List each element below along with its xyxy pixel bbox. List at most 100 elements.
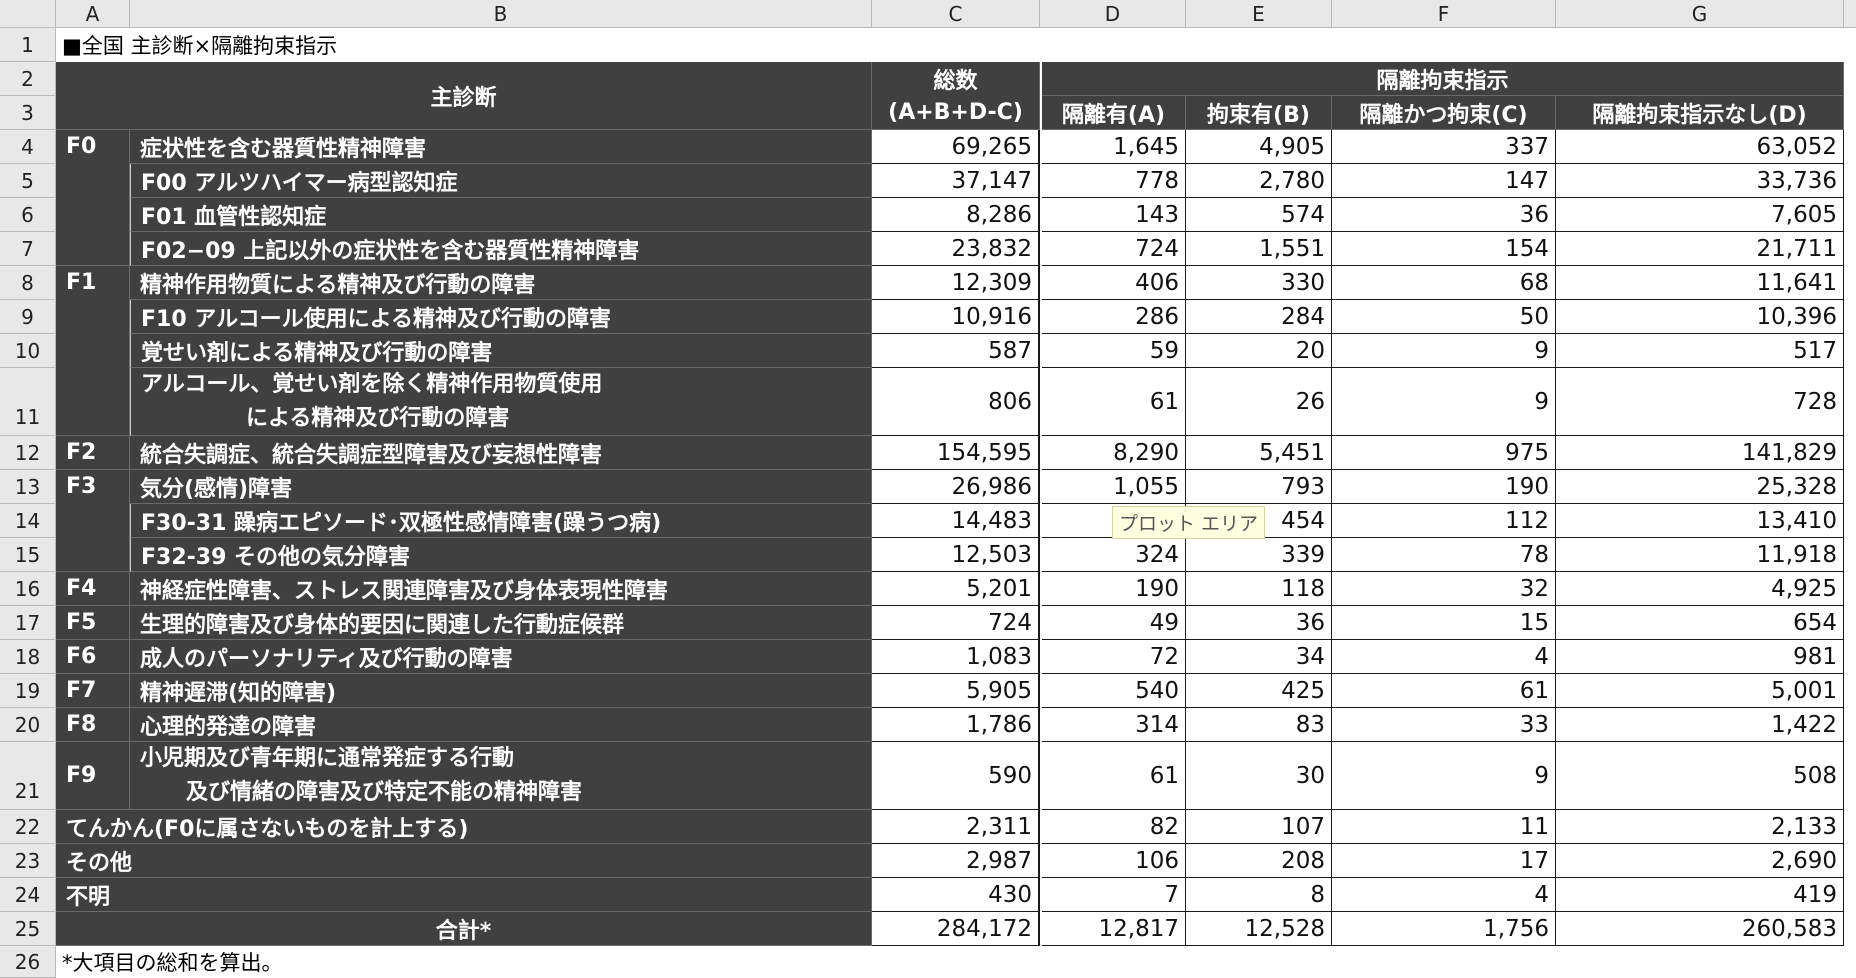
header-seclusion-a[interactable]: 隔離有(A) xyxy=(1042,96,1186,130)
value-row-19-both-c[interactable]: 61 xyxy=(1332,674,1556,708)
value-row-10-seclusion-a[interactable]: 59 xyxy=(1042,334,1186,368)
value-row-4-both-c[interactable]: 337 xyxy=(1332,130,1556,164)
value-row-17-seclusion-a[interactable]: 49 xyxy=(1042,606,1186,640)
value-row-24-restraint-b[interactable]: 8 xyxy=(1186,878,1332,912)
code-f1[interactable]: F1 xyxy=(56,266,130,436)
label-row-7[interactable]: F02−09 上記以外の症状性を含む器質性精神障害 xyxy=(130,232,872,266)
label-row-6[interactable]: F01 血管性認知症 xyxy=(130,198,872,232)
row-header-23[interactable]: 23 xyxy=(0,844,56,878)
label-row-20[interactable]: 心理的発達の障害 xyxy=(130,708,872,742)
value-row-6-both-c[interactable]: 36 xyxy=(1332,198,1556,232)
code-f6[interactable]: F6 xyxy=(56,640,130,674)
value-row-12-none-d[interactable]: 141,829 xyxy=(1556,436,1844,470)
value-row-20-seclusion-a[interactable]: 314 xyxy=(1042,708,1186,742)
value-row-8-both-c[interactable]: 68 xyxy=(1332,266,1556,300)
value-row-7-seclusion-a[interactable]: 724 xyxy=(1042,232,1186,266)
value-row-10-none-d[interactable]: 517 xyxy=(1556,334,1844,368)
label-row-11[interactable]: アルコール、覚せい剤を除く精神作用物質使用 による精神及び行動の障害 xyxy=(130,368,872,436)
select-all-corner[interactable] xyxy=(0,0,56,28)
row-header-16[interactable]: 16 xyxy=(0,572,56,606)
row-header-2[interactable]: 2 xyxy=(0,62,56,96)
value-row-20-none-d[interactable]: 1,422 xyxy=(1556,708,1844,742)
value-row-15-seclusion-a[interactable]: 324 xyxy=(1042,538,1186,572)
value-row-16-both-c[interactable]: 32 xyxy=(1332,572,1556,606)
column-header-g[interactable]: G xyxy=(1556,0,1844,28)
value-row-7-restraint-b[interactable]: 1,551 xyxy=(1186,232,1332,266)
label-row-19[interactable]: 精神遅滞(知的障害) xyxy=(130,674,872,708)
value-row-21-restraint-b[interactable]: 30 xyxy=(1186,742,1332,810)
value-row-9-restraint-b[interactable]: 284 xyxy=(1186,300,1332,334)
label-row-17[interactable]: 生理的障害及び身体的要因に関連した行動症候群 xyxy=(130,606,872,640)
row-header-8[interactable]: 8 xyxy=(0,266,56,300)
row-header-22[interactable]: 22 xyxy=(0,810,56,844)
value-row-23-none-d[interactable]: 2,690 xyxy=(1556,844,1844,878)
label-row-5[interactable]: F00 アルツハイマー病型認知症 xyxy=(130,164,872,198)
value-row-11-total[interactable]: 806 xyxy=(872,368,1040,436)
row-header-19[interactable]: 19 xyxy=(0,674,56,708)
value-row-11-seclusion-a[interactable]: 61 xyxy=(1042,368,1186,436)
value-row-13-seclusion-a[interactable]: 1,055 xyxy=(1042,470,1186,504)
label-row-18[interactable]: 成人のパーソナリティ及び行動の障害 xyxy=(130,640,872,674)
label-row-16[interactable]: 神経症性障害、ストレス関連障害及び身体表現性障害 xyxy=(130,572,872,606)
column-header-f[interactable]: F xyxy=(1332,0,1556,28)
value-row-21-none-d[interactable]: 508 xyxy=(1556,742,1844,810)
value-row-15-total[interactable]: 12,503 xyxy=(872,538,1040,572)
value-row-21-total[interactable]: 590 xyxy=(872,742,1040,810)
value-row-9-both-c[interactable]: 50 xyxy=(1332,300,1556,334)
value-row-23-restraint-b[interactable]: 208 xyxy=(1186,844,1332,878)
value-row-12-both-c[interactable]: 975 xyxy=(1332,436,1556,470)
value-row-5-total[interactable]: 37,147 xyxy=(872,164,1040,198)
row-header-14[interactable]: 14 xyxy=(0,504,56,538)
value-row-15-none-d[interactable]: 11,918 xyxy=(1556,538,1844,572)
value-row-18-none-d[interactable]: 981 xyxy=(1556,640,1844,674)
value-row-6-total[interactable]: 8,286 xyxy=(872,198,1040,232)
value-row-23-seclusion-a[interactable]: 106 xyxy=(1042,844,1186,878)
value-row-19-seclusion-a[interactable]: 540 xyxy=(1042,674,1186,708)
header-none-d[interactable]: 隔離拘束指示なし(D) xyxy=(1556,96,1844,130)
label-row-8[interactable]: 精神作用物質による精神及び行動の障害 xyxy=(130,266,872,300)
value-row-4-seclusion-a[interactable]: 1,645 xyxy=(1042,130,1186,164)
value-row-17-both-c[interactable]: 15 xyxy=(1332,606,1556,640)
value-row-18-both-c[interactable]: 4 xyxy=(1332,640,1556,674)
header-total-line1[interactable]: 総数 xyxy=(872,62,1040,96)
value-row-24-total[interactable]: 430 xyxy=(872,878,1040,912)
code-f0[interactable]: F0 xyxy=(56,130,130,266)
row-header-11[interactable]: 11 xyxy=(0,368,56,436)
row-header-26[interactable]: 26 xyxy=(0,946,56,978)
sheet-title[interactable]: ■全国 主診断×隔離拘束指示 xyxy=(56,28,856,62)
label-row-9[interactable]: F10 アルコール使用による精神及び行動の障害 xyxy=(130,300,872,334)
value-row-17-none-d[interactable]: 654 xyxy=(1556,606,1844,640)
value-row-6-restraint-b[interactable]: 574 xyxy=(1186,198,1332,232)
value-row-8-none-d[interactable]: 11,641 xyxy=(1556,266,1844,300)
value-row-25-total[interactable]: 284,172 xyxy=(872,912,1040,946)
value-row-14-total[interactable]: 14,483 xyxy=(872,504,1040,538)
value-row-16-restraint-b[interactable]: 118 xyxy=(1186,572,1332,606)
value-row-19-restraint-b[interactable]: 425 xyxy=(1186,674,1332,708)
code-f4[interactable]: F4 xyxy=(56,572,130,606)
value-row-22-none-d[interactable]: 2,133 xyxy=(1556,810,1844,844)
value-row-18-total[interactable]: 1,083 xyxy=(872,640,1040,674)
label-row-4[interactable]: 症状性を含む器質性精神障害 xyxy=(130,130,872,164)
header-both-c[interactable]: 隔離かつ拘束(C) xyxy=(1332,96,1556,130)
value-row-12-seclusion-a[interactable]: 8,290 xyxy=(1042,436,1186,470)
value-row-25-seclusion-a[interactable]: 12,817 xyxy=(1042,912,1186,946)
value-row-22-both-c[interactable]: 11 xyxy=(1332,810,1556,844)
value-row-8-total[interactable]: 12,309 xyxy=(872,266,1040,300)
value-row-20-total[interactable]: 1,786 xyxy=(872,708,1040,742)
header-total-line2[interactable]: (A+B+D-C) xyxy=(872,96,1040,130)
label-row-22[interactable]: てんかん(F0に属さないものを計上する) xyxy=(56,810,872,844)
row-header-15[interactable]: 15 xyxy=(0,538,56,572)
value-row-23-both-c[interactable]: 17 xyxy=(1332,844,1556,878)
value-row-6-seclusion-a[interactable]: 143 xyxy=(1042,198,1186,232)
header-restraint-b[interactable]: 拘束有(B) xyxy=(1186,96,1332,130)
value-row-25-restraint-b[interactable]: 12,528 xyxy=(1186,912,1332,946)
value-row-22-restraint-b[interactable]: 107 xyxy=(1186,810,1332,844)
value-row-18-restraint-b[interactable]: 34 xyxy=(1186,640,1332,674)
value-row-20-both-c[interactable]: 33 xyxy=(1332,708,1556,742)
row-header-13[interactable]: 13 xyxy=(0,470,56,504)
label-row-23[interactable]: その他 xyxy=(56,844,872,878)
value-row-23-total[interactable]: 2,987 xyxy=(872,844,1040,878)
row-header-5[interactable]: 5 xyxy=(0,164,56,198)
row-header-1[interactable]: 1 xyxy=(0,28,56,62)
value-row-7-none-d[interactable]: 21,711 xyxy=(1556,232,1844,266)
